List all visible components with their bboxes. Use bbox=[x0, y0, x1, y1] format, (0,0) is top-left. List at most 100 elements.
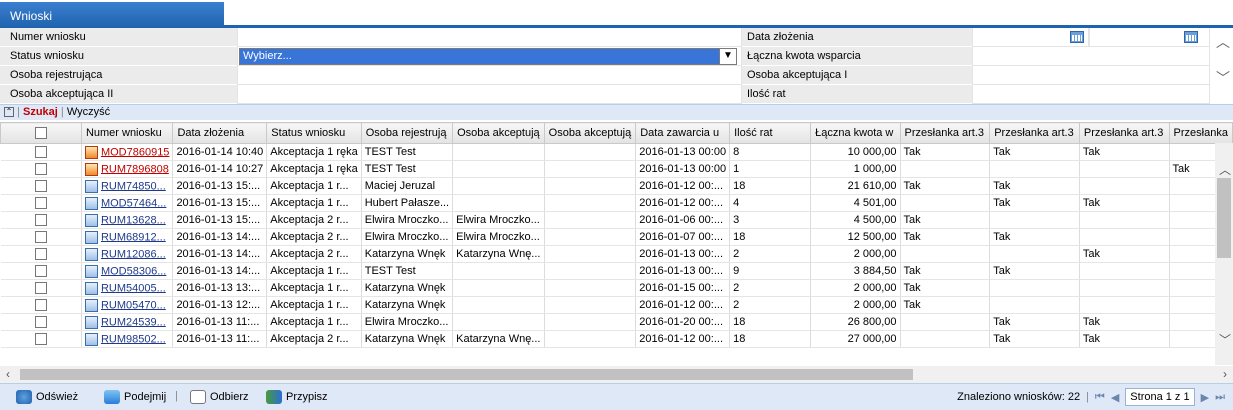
take-button[interactable]: Podejmij bbox=[104, 390, 166, 404]
cell-p3: Tak bbox=[1079, 143, 1170, 161]
table-row[interactable]: RUM12086... 2016-01-13 14:... Akceptacja 2… bbox=[0, 245, 1233, 263]
wniosek-link[interactable]: RUM74850... bbox=[101, 180, 166, 192]
table-row[interactable]: RUM68912... 2016-01-13 14:... Akceptacja 2… bbox=[0, 228, 1233, 246]
table-row[interactable]: RUM05470... 2016-01-13 12:... Akceptacja 1… bbox=[0, 296, 1233, 314]
release-button[interactable]: Odbierz bbox=[190, 390, 249, 404]
table-row[interactable]: MOD57464... 2016-01-13 15:... Akceptacja 1… bbox=[0, 194, 1233, 212]
ilosc-rat-input[interactable] bbox=[972, 85, 1210, 104]
scroll-thumb[interactable] bbox=[1217, 178, 1231, 258]
column-header[interactable]: Przesłanka art.3 bbox=[1078, 122, 1170, 144]
cell-contract: 2016-01-12 00:... bbox=[635, 177, 731, 195]
search-link[interactable]: Szukaj bbox=[23, 106, 58, 118]
filter-row: Numer wniosku Data złożenia bbox=[0, 28, 1212, 47]
wniosek-link[interactable]: RUM54005... bbox=[101, 282, 166, 294]
table-row[interactable]: RUM7896808 2016-01-14 10:27 Akceptacja 1 r… bbox=[0, 160, 1233, 178]
next-page-icon[interactable]: ▶ bbox=[1201, 391, 1209, 404]
column-header[interactable]: Przesłanka art.3 bbox=[989, 122, 1080, 144]
cell-contract: 2016-01-15 00:... bbox=[635, 279, 731, 297]
table-row[interactable]: RUM74850... 2016-01-13 15:... Akceptacja 1… bbox=[0, 177, 1233, 195]
column-header[interactable]: Przesłanka bbox=[1168, 122, 1233, 144]
chevron-down-icon[interactable]: ﹀ bbox=[1216, 68, 1230, 88]
cell-p3: Tak bbox=[1079, 194, 1170, 212]
prev-page-icon[interactable]: ◀ bbox=[1111, 391, 1119, 404]
data-zlozenia-to-input[interactable] bbox=[1089, 28, 1210, 47]
numer-wniosku-input[interactable] bbox=[237, 28, 742, 47]
scroll-thumb[interactable] bbox=[20, 369, 913, 380]
document-icon bbox=[84, 298, 98, 312]
column-header[interactable]: Przesłanka art.3 bbox=[899, 122, 991, 144]
row-checkbox[interactable] bbox=[34, 197, 47, 210]
osoba-rejestrujaca-input[interactable] bbox=[237, 66, 742, 85]
horizontal-scrollbar[interactable]: ‹ › bbox=[0, 366, 1233, 383]
column-header[interactable]: Data złożenia bbox=[172, 122, 268, 144]
column-header[interactable]: Numer wniosku bbox=[80, 122, 174, 144]
wniosek-link[interactable]: MOD58306... bbox=[101, 265, 166, 277]
wniosek-link[interactable]: MOD57464... bbox=[101, 197, 166, 209]
osoba-akceptujaca-1-input[interactable] bbox=[972, 66, 1210, 85]
column-header[interactable]: Łączna kwota w bbox=[810, 122, 901, 144]
data-zlozenia-from-input[interactable] bbox=[972, 28, 1089, 47]
clear-link[interactable]: Wyczyść bbox=[67, 106, 110, 118]
vertical-scrollbar[interactable]: ︿ ﹀ bbox=[1215, 143, 1233, 365]
wniosek-link[interactable]: RUM68912... bbox=[101, 231, 166, 243]
wniosek-link[interactable]: RUM12086... bbox=[101, 248, 166, 260]
refresh-button[interactable]: Odśwież bbox=[16, 390, 78, 404]
separator: | bbox=[175, 390, 178, 402]
last-page-icon[interactable]: ⏭ bbox=[1215, 391, 1225, 404]
table-row[interactable]: RUM13628... 2016-01-13 15:... Akceptacja 2… bbox=[0, 211, 1233, 229]
wniosek-link[interactable]: RUM7896808 bbox=[101, 163, 169, 175]
cell-rat: 4 bbox=[729, 194, 812, 212]
status-select[interactable]: Wybierz... ▼ bbox=[239, 48, 737, 65]
cell-date: 2016-01-13 11:... bbox=[172, 313, 268, 331]
column-header[interactable]: Osoba rejestrują bbox=[360, 122, 454, 144]
row-checkbox[interactable] bbox=[34, 163, 47, 176]
document-icon bbox=[84, 196, 98, 210]
laczna-kwota-input[interactable] bbox=[972, 47, 1210, 66]
chevron-right-icon[interactable]: › bbox=[1223, 367, 1227, 381]
wniosek-link[interactable]: MOD7860915 bbox=[101, 146, 170, 158]
table-row[interactable]: MOD58306... 2016-01-13 14:... Akceptacja 1… bbox=[0, 262, 1233, 280]
row-checkbox[interactable] bbox=[34, 282, 47, 295]
cell-contract: 2016-01-13 00:... bbox=[635, 245, 731, 263]
column-header[interactable]: Data zawarcia u bbox=[635, 122, 731, 144]
osoba-akceptujaca-2-input[interactable] bbox=[237, 85, 742, 104]
numer-wniosku-cell: RUM12086... bbox=[81, 245, 174, 263]
tab-wnioski[interactable]: Wnioski bbox=[0, 2, 224, 28]
table-row[interactable]: RUM98502... 2016-01-13 11:... Akceptacja 2… bbox=[0, 330, 1233, 348]
column-header[interactable]: Status wniosku bbox=[266, 122, 362, 144]
column-header[interactable]: Osoba akceptują bbox=[543, 122, 637, 144]
table-row[interactable]: RUM24539... 2016-01-13 11:... Akceptacja 1… bbox=[0, 313, 1233, 331]
wniosek-link[interactable]: RUM05470... bbox=[101, 299, 166, 311]
collapse-icon[interactable]: ⌃ bbox=[4, 107, 14, 118]
row-checkbox[interactable] bbox=[34, 333, 47, 346]
column-header[interactable]: Osoba akceptują bbox=[452, 122, 545, 144]
row-checkbox[interactable] bbox=[34, 248, 47, 261]
wniosek-link[interactable]: RUM98502... bbox=[101, 333, 166, 345]
select-all-checkbox[interactable] bbox=[34, 127, 47, 140]
table-row[interactable]: MOD7860915 2016-01-14 10:40 Akceptacja 1 r… bbox=[0, 143, 1233, 161]
cell-acc1 bbox=[452, 177, 545, 195]
row-checkbox[interactable] bbox=[34, 316, 47, 329]
row-checkbox[interactable] bbox=[34, 146, 47, 159]
row-checkbox[interactable] bbox=[34, 180, 47, 193]
row-checkbox[interactable] bbox=[34, 214, 47, 227]
calendar-icon[interactable] bbox=[1184, 31, 1198, 43]
row-checkbox[interactable] bbox=[34, 299, 47, 312]
wniosek-link[interactable]: RUM24539... bbox=[101, 316, 166, 328]
row-checkbox[interactable] bbox=[34, 265, 47, 278]
chevron-up-icon[interactable]: ︿ bbox=[1219, 161, 1231, 178]
table-row[interactable]: RUM54005... 2016-01-13 13:... Akceptacja 1… bbox=[0, 279, 1233, 297]
page-indicator[interactable]: Strona 1 z 1 bbox=[1125, 388, 1195, 406]
first-page-icon[interactable]: ⏮ bbox=[1095, 391, 1105, 404]
chevron-down-icon[interactable]: ﹀ bbox=[1219, 331, 1231, 348]
chevron-down-icon[interactable]: ▼ bbox=[719, 49, 736, 64]
column-header[interactable]: Ilość rat bbox=[729, 122, 812, 144]
row-checkbox[interactable] bbox=[34, 231, 47, 244]
assign-button[interactable]: Przypisz bbox=[266, 390, 328, 404]
calendar-icon[interactable] bbox=[1070, 31, 1084, 43]
filter-scrollbar[interactable]: ︿ ﹀ bbox=[1212, 28, 1233, 104]
document-warning-icon bbox=[84, 162, 98, 176]
wniosek-link[interactable]: RUM13628... bbox=[101, 214, 166, 226]
chevron-up-icon[interactable]: ︿ bbox=[1216, 32, 1230, 52]
chevron-left-icon[interactable]: ‹ bbox=[6, 367, 10, 381]
